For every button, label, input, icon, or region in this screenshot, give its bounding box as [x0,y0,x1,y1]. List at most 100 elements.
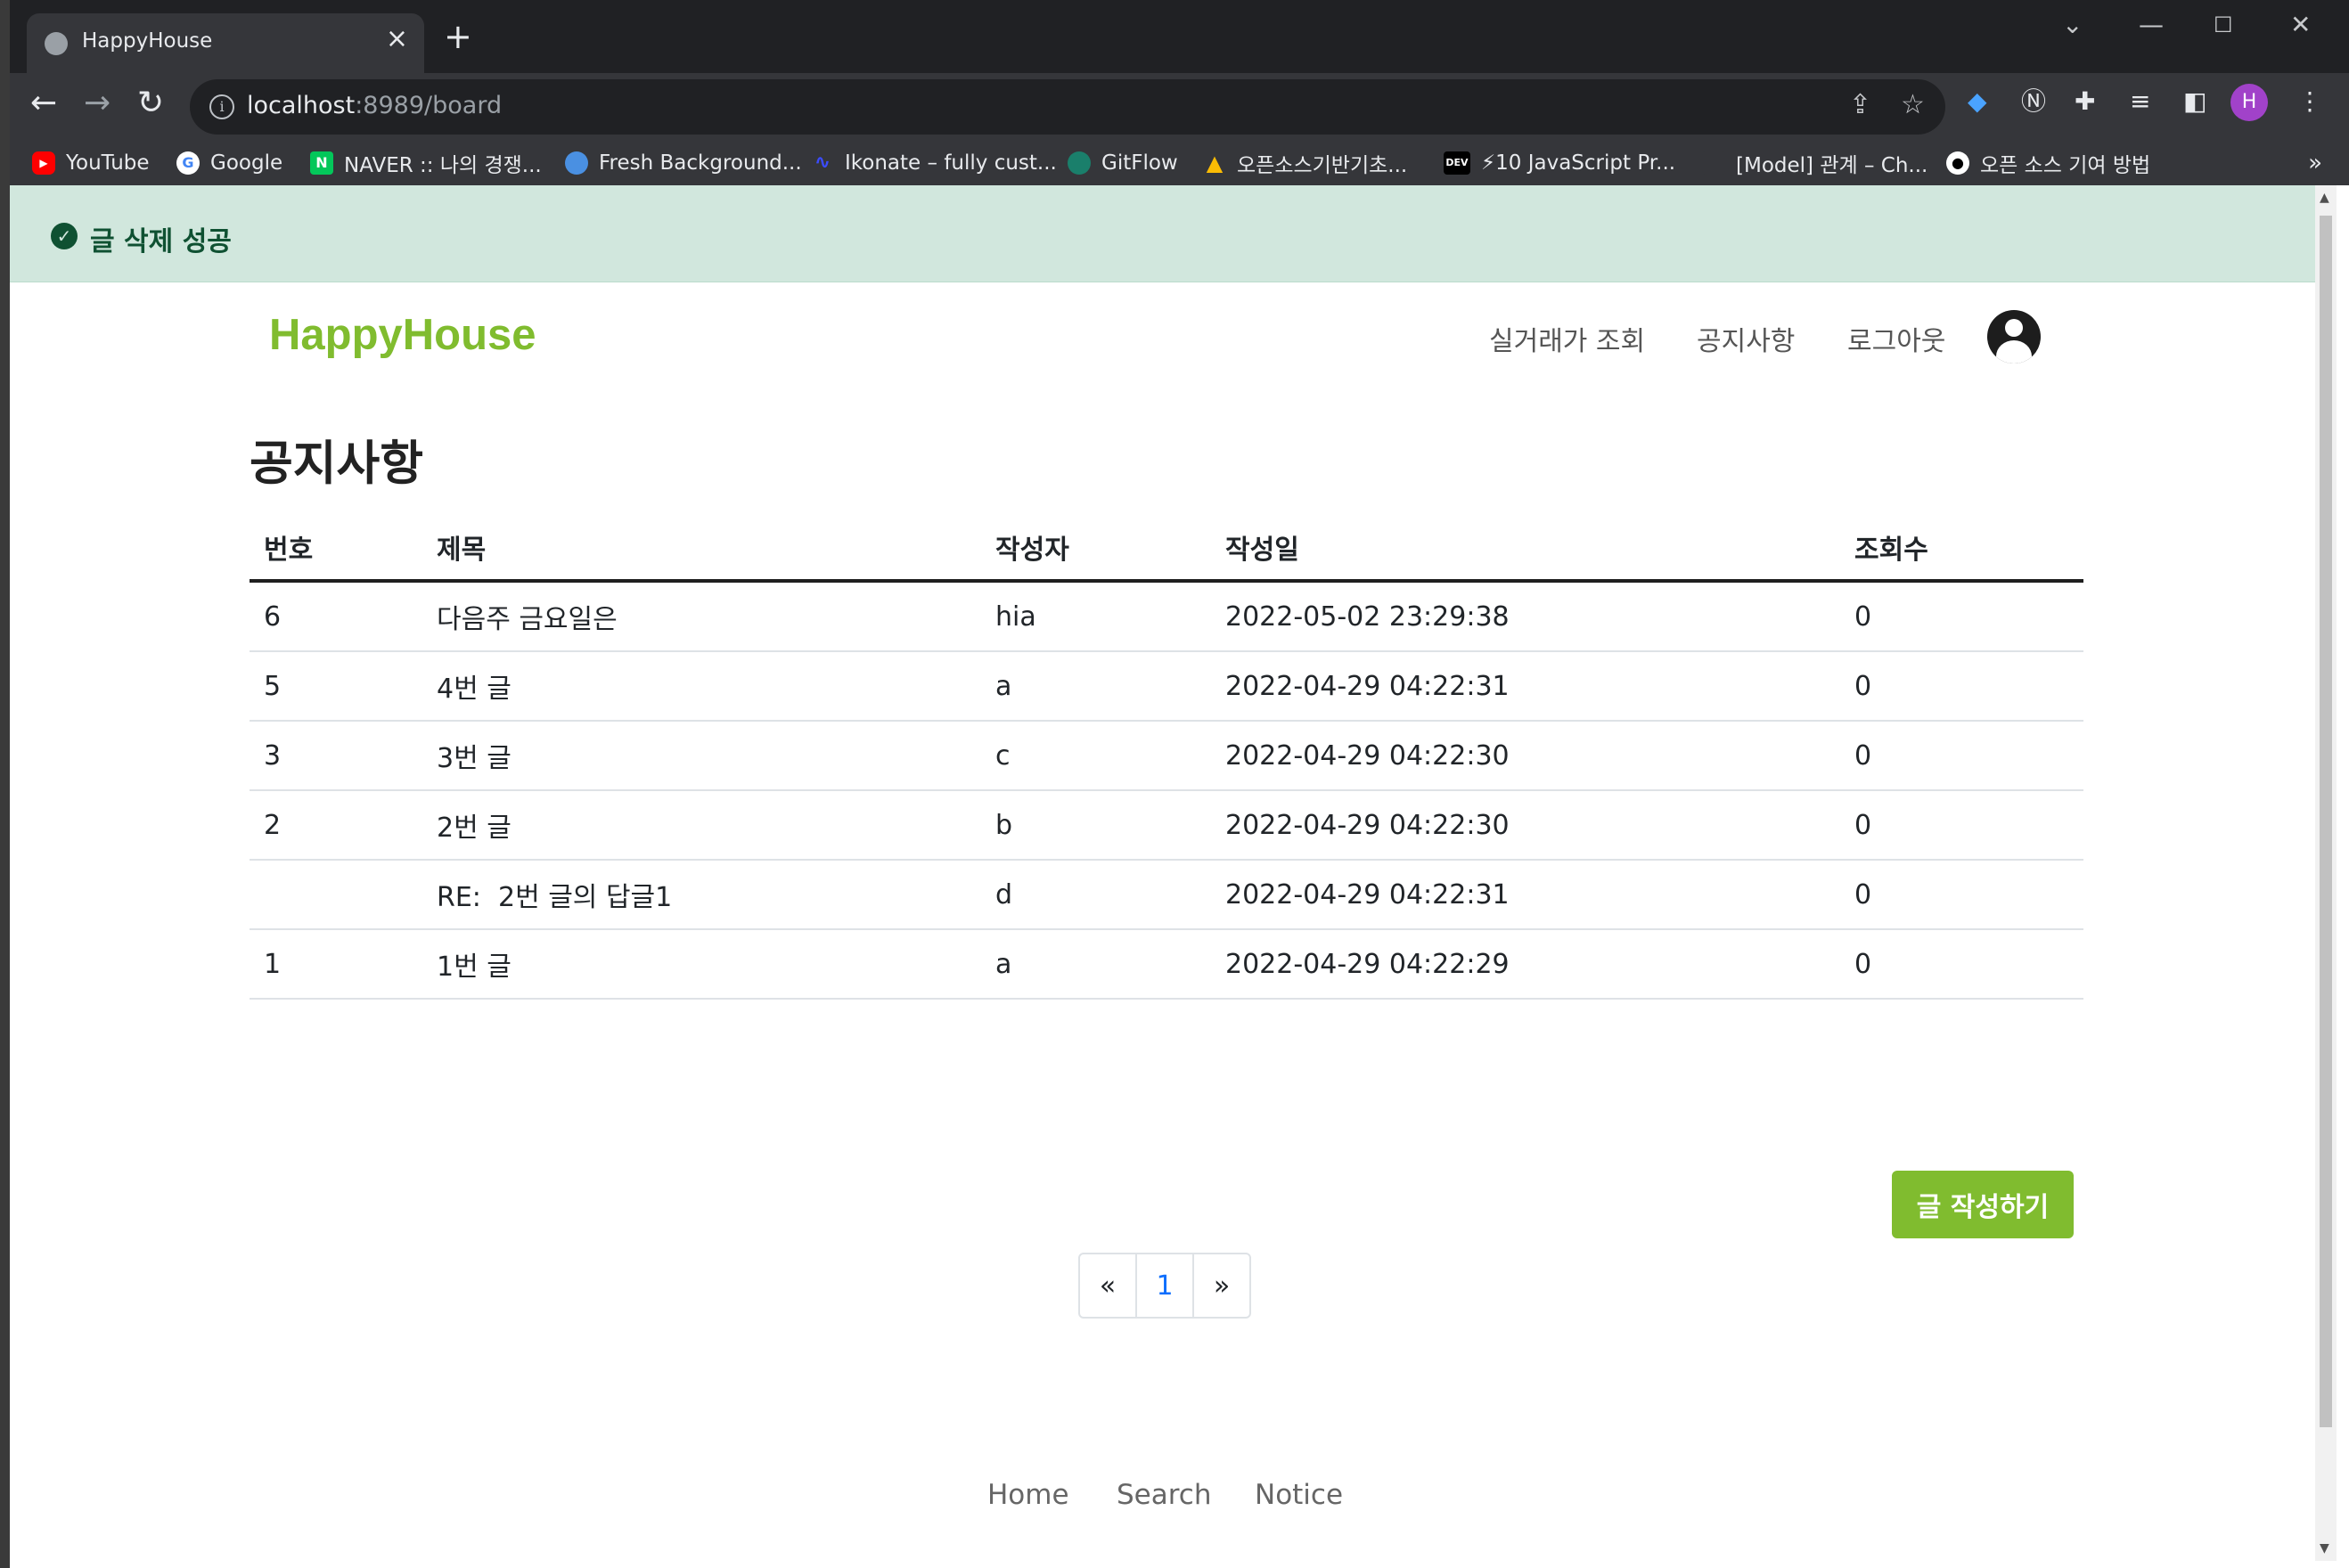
bookmark-google[interactable]: G Google [176,148,282,178]
minimize-icon[interactable]: — [2139,12,2164,37]
gitflow-icon [1068,151,1091,175]
close-window-icon[interactable]: ✕ [2290,12,2311,37]
bookmark-label: NAVER :: 나의 경쟁... [344,154,542,177]
page-prev-button[interactable]: « [1080,1254,1137,1317]
bookmark-gitflow[interactable]: GitFlow [1068,148,1178,178]
bookmark-ikonate[interactable]: ∿ Ikonate – fully cust... [811,148,1057,178]
bookmark-label: GitFlow [1101,151,1178,175]
share-icon[interactable]: ⇪ [1849,92,1871,118]
url-path: :8989/board [355,92,503,119]
pagination: « 1 » [1078,1253,1251,1319]
cell-author: c [981,721,1211,791]
url-text[interactable]: localhost:8989/board [247,92,502,119]
nav-logout[interactable]: 로그아웃 [1847,319,1945,358]
tab-close-icon[interactable]: × [386,26,408,53]
cell-title-link[interactable]: 2번 글 [422,790,981,861]
media-control-icon[interactable]: ≡ [2130,89,2150,114]
nav-real-estate-lookup[interactable]: 실거래가 조회 [1489,319,1645,358]
scrollbar-thumb[interactable] [2320,216,2332,1427]
page-next-button[interactable]: » [1194,1254,1249,1317]
cell-date: 2022-04-29 04:22:30 [1211,721,1840,791]
profile-avatar[interactable]: H [2230,84,2268,121]
cell-author: a [981,929,1211,1000]
table-header-row: 번호 제목 작성자 작성일 조회수 [250,515,2083,583]
tab-title: HappyHouse [82,29,213,53]
bookmark-label: Fresh Background... [599,151,802,175]
cell-title-link[interactable]: 다음주 금요일은 [422,581,981,652]
cell-title-link[interactable]: 3번 글 [422,721,981,791]
cell-date: 2022-05-02 23:29:38 [1211,581,1840,652]
table-row[interactable]: 3 3번 글 c 2022-04-29 04:22:30 0 [250,721,2083,791]
cell-title-link[interactable]: 1번 글 [422,929,981,1000]
table-row[interactable]: 5 4번 글 a 2022-04-29 04:22:31 0 [250,651,2083,722]
page-viewport: ✓ 글 삭제 성공 HappyHouse 실거래가 조회 공지사항 로그아웃 공… [10,185,2315,1561]
browser-tab[interactable]: HappyHouse × [27,13,424,73]
table-row[interactable]: 2 2번 글 b 2022-04-29 04:22:30 0 [250,790,2083,861]
nav-notice[interactable]: 공지사항 [1697,319,1795,358]
url-host: localhost [247,92,356,119]
page-number-button[interactable]: 1 [1137,1254,1194,1317]
maximize-icon[interactable]: ☐ [2214,14,2233,36]
forward-icon[interactable]: → [84,87,110,119]
cell-number: 5 [250,651,422,722]
tab-search-chevron-icon[interactable]: ⌄ [2062,12,2083,37]
bookmark-label: ⚡10 JavaScript Pr... [1481,151,1676,175]
bookmark-fresh-background[interactable]: Fresh Background... [565,148,802,178]
extensions-puzzle-icon[interactable]: ✚ [2075,89,2095,114]
table-row[interactable]: 6 다음주 금요일은 hia 2022-05-02 23:29:38 0 [250,581,2083,652]
google-icon: G [176,151,200,175]
extension-gem-icon[interactable]: ◆ [1968,89,1987,114]
cell-date: 2022-04-29 04:22:31 [1211,860,1840,930]
table-row[interactable]: RE: 2번 글의 답글1 d 2022-04-29 04:22:31 0 [250,860,2083,930]
write-post-button[interactable]: 글 작성하기 [1892,1171,2074,1238]
dev-icon: DEV [1444,151,1470,175]
bookmark-label: Google [210,151,283,175]
bookmarks-overflow-icon[interactable]: » [2308,150,2322,176]
footer-link-notice[interactable]: Notice [1255,1479,1343,1511]
brand-logo[interactable]: HappyHouse [269,310,536,360]
google-drive-icon: ▲ [1206,151,1224,176]
column-header-views: 조회수 [1840,515,2083,583]
fresh-background-icon [565,151,588,175]
notion-icon[interactable]: Ⓝ [2021,89,2046,114]
table-row[interactable]: 1 1번 글 a 2022-04-29 04:22:29 0 [250,929,2083,1000]
page-title: 공지사항 [250,437,424,491]
bookmark-opensource-contribution[interactable]: ● 오픈 소스 기여 방법 [1946,148,2150,178]
address-bar[interactable]: i localhost:8989/board ⇪ ☆ [190,79,1945,135]
cell-title-link[interactable]: 4번 글 [422,651,981,722]
scroll-up-icon[interactable]: ▲ [2320,191,2329,205]
bookmarks-bar: ▶ YouTube G Google N NAVER :: 나의 경쟁... F… [0,143,2349,185]
site-info-icon[interactable]: i [209,94,234,119]
cell-number: 1 [250,929,422,1000]
column-header-number: 번호 [250,515,422,583]
footer-link-search[interactable]: Search [1117,1479,1212,1511]
footer-link-home[interactable]: Home [987,1479,1069,1511]
bookmark-opensource-course[interactable]: ▲ 오픈소스기반기초... [1203,148,1407,178]
cell-author: hia [981,581,1211,652]
bookmark-naver[interactable]: N NAVER :: 나의 경쟁... [310,148,542,178]
new-tab-icon[interactable]: + [444,20,472,53]
side-panel-icon[interactable]: ◧ [2183,89,2206,114]
page-scrollbar[interactable]: ▲ ▼ [2315,185,2337,1561]
left-window-edge [0,0,10,1568]
browser-menu-icon[interactable]: ⋮ [2297,89,2322,114]
user-icon-head [2005,319,2023,337]
success-alert: ✓ 글 삭제 성공 [10,185,2315,282]
user-circle-icon[interactable] [1987,310,2041,363]
board-table: 번호 제목 작성자 작성일 조회수 6 다음주 금요일은 hia 2022-05… [250,515,2083,1000]
reload-icon[interactable]: ↻ [137,87,164,119]
back-icon[interactable]: ← [30,87,57,119]
bookmark-youtube[interactable]: ▶ YouTube [32,148,150,178]
cell-author: a [981,651,1211,722]
bookmark-javascript-projects[interactable]: DEV ⚡10 JavaScript Pr... [1444,148,1675,178]
check-circle-icon: ✓ [51,223,78,249]
scroll-down-icon[interactable]: ▼ [2320,1541,2329,1556]
cell-date: 2022-04-29 04:22:30 [1211,790,1840,861]
bookmark-model-relations[interactable]: [Model] 관계 – Ch... [1702,148,1927,178]
cell-title-link[interactable]: RE: 2번 글의 답글1 [422,860,981,930]
cell-number: 2 [250,790,422,861]
column-header-title: 제목 [422,515,981,583]
cell-views: 0 [1840,721,2083,791]
blank-icon [1702,151,1725,175]
bookmark-star-icon[interactable]: ☆ [1901,92,1925,118]
